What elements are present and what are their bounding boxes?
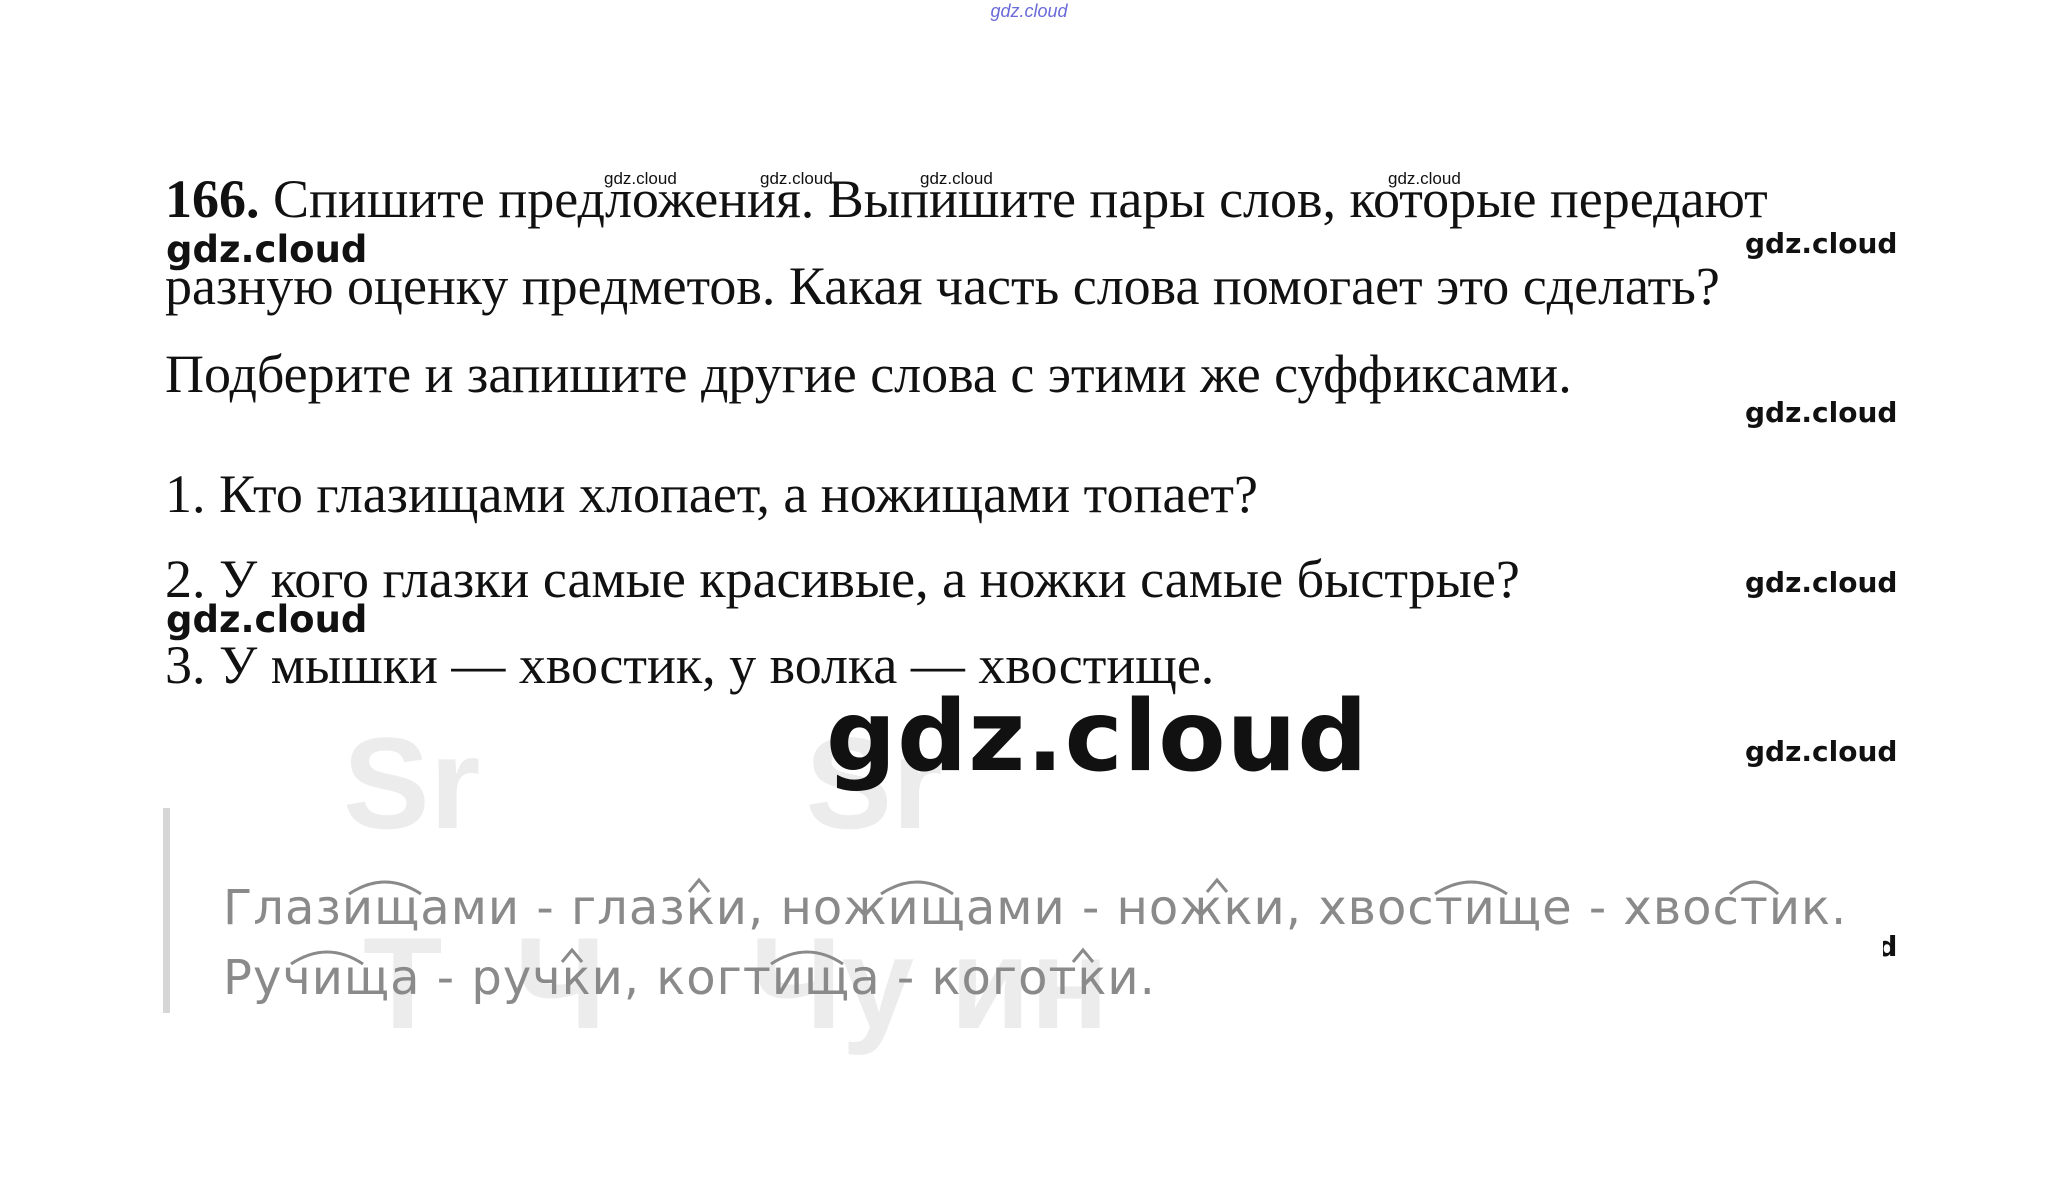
watermark-left: gdz.cloud	[166, 228, 368, 271]
watermark-right: gdz.cloud	[1745, 735, 1898, 768]
top-watermark: gdz.cloud	[990, 1, 1068, 21]
sentence-1: 1. Кто глазищами хлопает, а ножищами топ…	[165, 464, 1258, 524]
watermark-left: gdz.cloud	[166, 598, 368, 641]
watermark-right: gdz.cloud	[1745, 566, 1898, 599]
suffix-mark	[1728, 880, 1780, 896]
exercise-number: 166.	[165, 169, 260, 229]
watermark-large: gdz.cloud	[826, 680, 1369, 794]
exercise-text-1: Спишите предложения. Выпишите пары слов,…	[273, 169, 1768, 229]
suffix-mark	[1205, 877, 1229, 893]
suffix-mark	[880, 880, 954, 896]
exercise-line-3: Подберите и запишите другие слова с этим…	[165, 344, 1572, 404]
exercise-line-1: 166. Спишите предложения. Выпишите пары …	[165, 168, 1768, 230]
suffix-mark	[348, 880, 422, 896]
watermark-right: gdz.cloud	[1745, 396, 1898, 429]
answer-line-1: Глазищами - глазки, ножищами - ножки, хв…	[223, 880, 1848, 936]
sentence-2: 2. У кого глазки самые красивые, а ножки…	[165, 549, 1520, 609]
suffix-mark	[1071, 947, 1095, 963]
suffix-mark	[290, 950, 364, 966]
suffix-mark	[560, 947, 584, 963]
exercise-line-2: разную оценку предметов. Какая часть сло…	[165, 256, 1720, 316]
suffix-mark	[770, 950, 844, 966]
suffix-mark	[1434, 880, 1508, 896]
suffix-mark	[687, 877, 711, 893]
watermark-right: gdz.cloud	[1745, 227, 1898, 260]
answer-block: Sr Sr T Ч Чу ин Глазищами - глазки, ножи…	[163, 710, 1883, 1056]
answer-divider	[163, 808, 170, 1013]
